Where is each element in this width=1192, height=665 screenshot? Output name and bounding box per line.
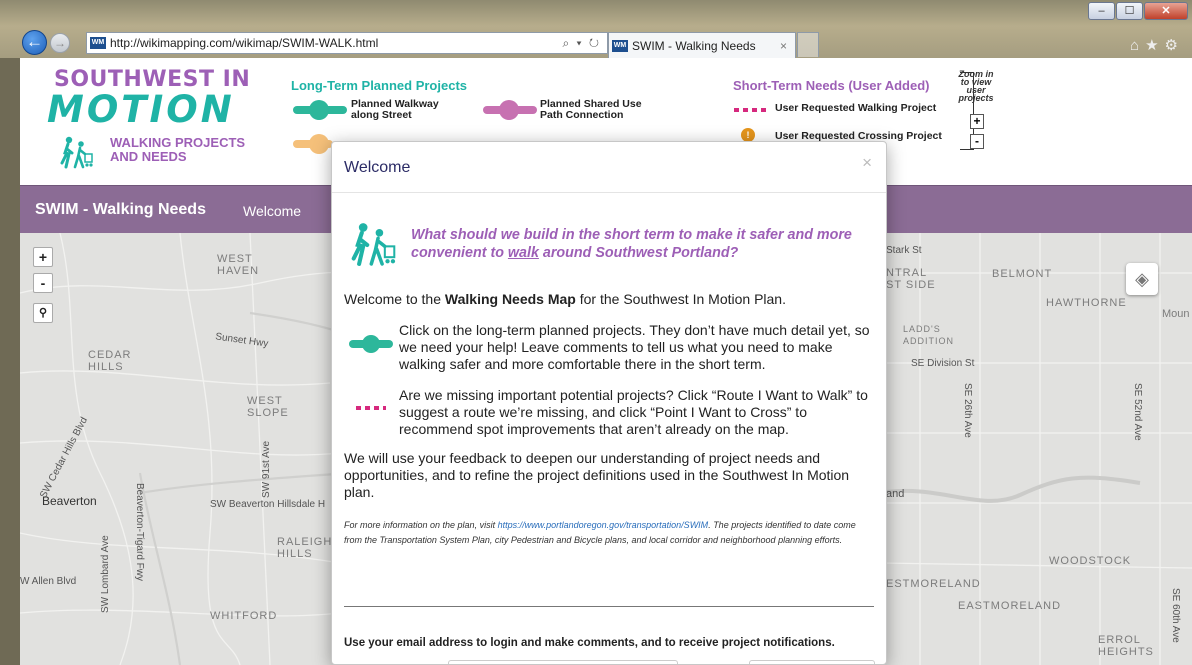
zoom-note: Zoom in to view user projects: [958, 69, 994, 103]
maximize-button[interactable]: ☐: [1116, 2, 1143, 20]
question-text-end: around Southwest Portland?: [538, 245, 739, 261]
header-zoom-out-button[interactable]: -: [970, 134, 984, 149]
tab-favicon-icon: WM: [612, 39, 628, 52]
more-info-start: For more information on the plan, visit: [344, 520, 498, 530]
label-beaverton: Beaverton: [42, 494, 97, 508]
walker-icon: [60, 136, 93, 169]
logo-subtitle-line2: AND NEEDS: [110, 149, 187, 164]
header-zoom-in-button[interactable]: +: [970, 114, 984, 129]
logo-subtitle-line1: WALKING PROJECTS: [110, 135, 246, 150]
address-url[interactable]: http://wikimapping.com/wikimap/SWIM-WALK…: [110, 36, 562, 50]
short-term-instructions: Are we missing important potential proje…: [399, 387, 868, 437]
label-belmont: BELMONT: [992, 268, 1053, 280]
label-west-haven: WEST HAVEN: [217, 253, 260, 277]
email-field[interactable]: [448, 660, 678, 664]
label-sw-beaverton-hillsdale: SW Beaverton Hillsdale H: [210, 499, 326, 510]
label-sw-lombard-ave: SW Lombard Ave: [100, 535, 111, 613]
logo-text-motion: MOTION: [47, 88, 235, 131]
modal-close-icon[interactable]: ×: [862, 153, 872, 173]
modal-question: What should we build in the short term t…: [411, 226, 876, 262]
browser-chrome: ‒ ☐ ✕ ← → WM http://wikimapping.com/wiki…: [0, 0, 1192, 58]
label-ladds-addition: LADD'S ADDITION: [903, 324, 955, 346]
label-beaverton-tigard-fwy: Beaverton-Tigard Fwy: [134, 483, 145, 581]
short-term-legend-title: Short-Term Needs (User Added): [733, 78, 930, 93]
label-se-26th: SE 26th Ave: [962, 383, 973, 438]
browser-toolbar-icons[interactable]: ⌂★⚙: [1130, 36, 1184, 54]
label-mount: Moun: [1162, 308, 1190, 320]
label-errol-heights: ERROL HEIGHTS: [1098, 634, 1154, 658]
label-stark-st: Stark St: [886, 245, 922, 256]
map-zoom-out-button[interactable]: -: [33, 273, 53, 293]
label-hawthorne: HAWTHORNE: [1046, 297, 1127, 309]
swim-info-link[interactable]: https://www.portlandoregon.gov/transport…: [498, 520, 709, 530]
site-favicon-icon: WM: [90, 37, 106, 49]
crossing-pin-icon: !: [741, 128, 755, 142]
browser-tab[interactable]: WM SWIM - Walking Needs ×: [608, 32, 796, 58]
intro-paragraph: Welcome to the Walking Needs Map for the…: [344, 291, 786, 308]
address-tools[interactable]: ⌕ ▾ ↻: [562, 36, 607, 51]
back-button[interactable]: ←: [22, 30, 47, 55]
label-eastmoreland-2: EASTMORELAND: [958, 600, 1062, 612]
label-sw-91st-ave: SW 91st Ave: [261, 440, 272, 498]
user-walking-legend-dash: [734, 108, 770, 112]
long-term-legend-title: Long-Term Planned Projects: [291, 78, 468, 93]
label-whitford: WHITFORD: [210, 610, 278, 622]
label-west-slope: WEST SLOPE: [247, 395, 289, 419]
long-term-instructions: Click on the long-term planned projects.…: [399, 322, 870, 372]
window-controls: ‒ ☐ ✕: [1087, 2, 1188, 20]
intro-text-end: for the Southwest In Motion Plan.: [575, 291, 786, 307]
shared-path-legend-label: Planned Shared Use Path Connection: [540, 98, 642, 121]
shared-path-legend-dot: [499, 100, 519, 120]
modal-divider: [332, 192, 886, 193]
new-tab-button[interactable]: [797, 32, 819, 57]
walker-icon: [351, 223, 396, 266]
question-emphasis: walk: [507, 245, 539, 261]
label-allen-blvd: W Allen Blvd: [20, 576, 77, 587]
tab-close-icon[interactable]: ×: [780, 39, 795, 53]
logo-subtitle: WALKING PROJECTS AND NEEDS: [110, 136, 245, 164]
label-cedar-hills: CEDAR HILLS: [88, 349, 132, 373]
login-button[interactable]: [749, 660, 875, 664]
modal-section-divider: [344, 606, 874, 607]
walkway-legend-dot: [309, 100, 329, 120]
label-raleigh-hills: RALEIGH HILLS: [277, 536, 333, 560]
modal-title: Welcome: [344, 159, 411, 176]
intro-map-name: Walking Needs Map: [444, 291, 576, 307]
label-se-52nd: SE 52nd Ave: [1132, 383, 1143, 441]
planned-walkway-dot-icon: [362, 335, 380, 353]
label-se-division: SE Division St: [911, 358, 975, 369]
label-central-eastside: NTRAL ST SIDE: [886, 267, 936, 291]
third-legend-dot: [309, 134, 329, 154]
label-woodstock: WOODSTOCK: [1049, 555, 1132, 567]
forward-button[interactable]: →: [50, 33, 70, 53]
intro-text-start: Welcome to the: [344, 291, 445, 307]
welcome-modal: Welcome × What should we build in the sh…: [331, 141, 887, 665]
label-eastmoreland-1: ESTMORELAND: [886, 578, 981, 590]
user-route-dash-icon: [356, 406, 386, 410]
welcome-link[interactable]: Welcome: [243, 203, 301, 219]
feedback-paragraph: We will use your feedback to deepen our …: [344, 450, 850, 500]
more-info-text: For more information on the plan, visit …: [344, 518, 874, 548]
address-bar[interactable]: WM http://wikimapping.com/wikimap/SWIM-W…: [86, 32, 608, 54]
login-instructions: Use your email address to login and make…: [344, 637, 835, 649]
map-search-icon[interactable]: ⚲: [33, 303, 53, 323]
app-title: SWIM - Walking Needs: [35, 201, 206, 218]
layers-icon[interactable]: ◈: [1126, 263, 1158, 295]
label-se-60th: SE 60th Ave: [1170, 588, 1181, 643]
minimize-button[interactable]: ‒: [1088, 2, 1115, 20]
user-walking-legend-label: User Requested Walking Project: [775, 102, 937, 114]
walkway-legend-label: Planned Walkway along Street: [351, 98, 439, 121]
tab-title[interactable]: SWIM - Walking Needs: [632, 39, 780, 53]
map-zoom-in-button[interactable]: +: [33, 247, 53, 267]
close-window-button[interactable]: ✕: [1144, 2, 1188, 20]
label-and: and: [886, 488, 905, 500]
